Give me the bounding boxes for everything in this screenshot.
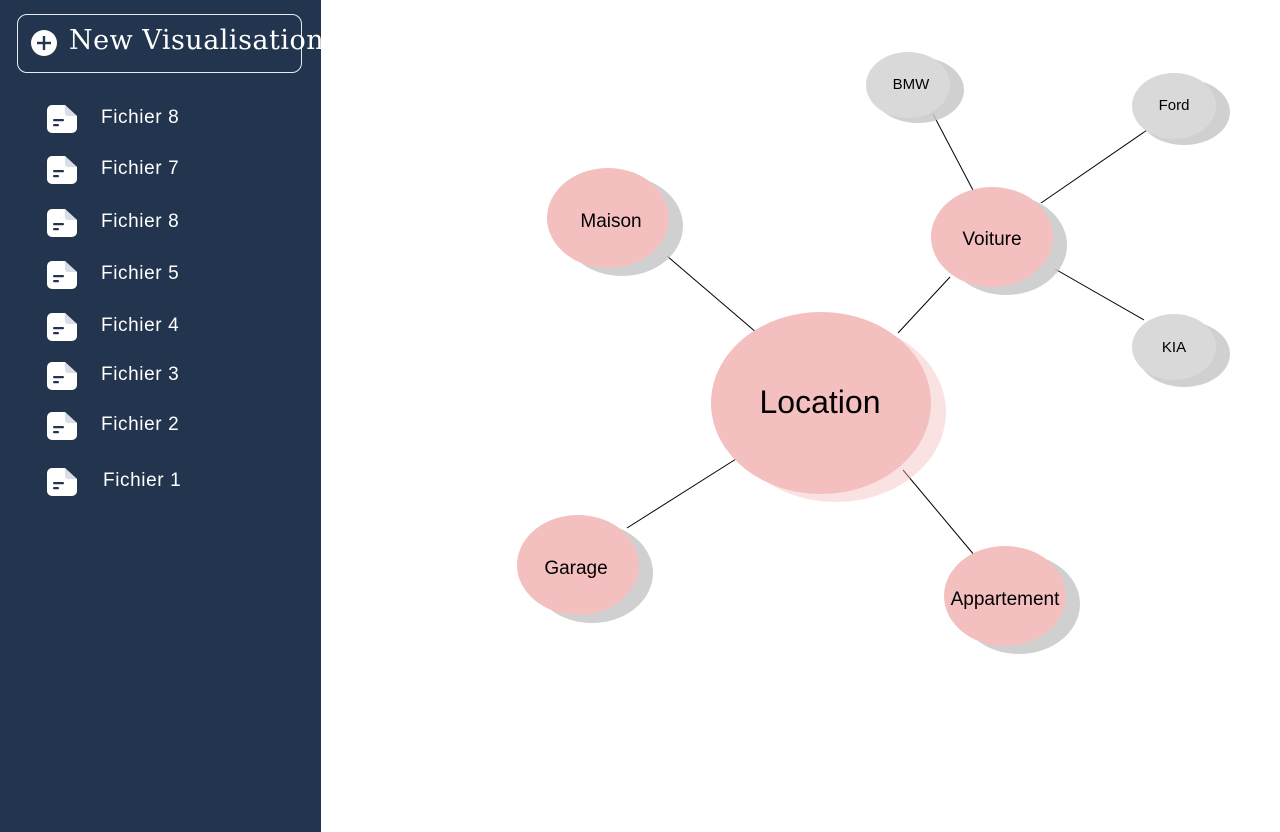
file-label: Fichier 5 [101,263,180,284]
file-item[interactable]: Fichier 5 [40,255,290,295]
file-item[interactable]: Fichier 7 [40,150,290,190]
sidebar: New Visualisation Fichier 8 Fichier 7 Fi… [0,0,324,832]
document-icon [47,156,77,184]
file-list: Fichier 8 Fichier 7 Fichier 8 Fichier 5 … [0,0,321,832]
link-location-garage [626,458,737,529]
file-label: Fichier 2 [101,414,180,435]
file-item[interactable]: Fichier 8 [40,203,290,243]
node-ford[interactable]: Ford [1132,73,1230,145]
link-location-voiture [897,276,951,334]
link-voiture-ford [1040,127,1151,204]
file-item[interactable]: Fichier 4 [40,307,290,347]
node-label: Location [760,384,881,420]
document-icon [47,362,77,390]
file-item[interactable]: Fichier 2 [40,406,290,446]
node-label: Voiture [962,229,1021,250]
file-item[interactable]: Fichier 8 [40,99,290,139]
file-label: Fichier 8 [101,107,180,128]
link-location-maison [666,255,758,334]
document-icon [47,261,77,289]
node-bmw[interactable]: BMW [866,52,964,123]
link-voiture-bmw [932,113,976,195]
file-label: Fichier 1 [103,470,182,491]
node-label: Appartement [951,589,1061,610]
node-garage[interactable]: Garage [517,515,653,623]
mindmap: Maison Voiture Garage Appartement BMW Fo… [517,52,1230,654]
link-voiture-kia [1054,268,1145,321]
node-location[interactable]: Location [711,312,946,502]
file-item[interactable]: Fichier 3 [40,356,290,396]
node-label: KIA [1162,339,1186,356]
node-voiture[interactable]: Voiture [931,187,1067,295]
document-icon [47,468,77,496]
file-label: Fichier 4 [101,315,180,336]
node-label: Ford [1159,97,1190,114]
document-icon [47,412,77,440]
document-icon [47,105,77,133]
node-appartement[interactable]: Appartement [944,546,1080,654]
node-label: BMW [893,76,931,93]
document-icon [47,313,77,341]
node-kia[interactable]: KIA [1132,314,1230,387]
app-root: New Visualisation Fichier 8 Fichier 7 Fi… [0,0,1280,832]
document-icon [47,209,77,237]
node-label: Garage [544,558,607,579]
node-label: Maison [580,211,641,232]
file-label: Fichier 7 [101,158,180,179]
mindmap-canvas[interactable]: Maison Voiture Garage Appartement BMW Fo… [321,0,1280,832]
file-label: Fichier 3 [101,364,180,385]
link-location-appartement [902,469,976,557]
file-item[interactable]: Fichier 1 [40,462,290,502]
file-label: Fichier 8 [101,211,180,232]
node-maison[interactable]: Maison [547,168,683,276]
